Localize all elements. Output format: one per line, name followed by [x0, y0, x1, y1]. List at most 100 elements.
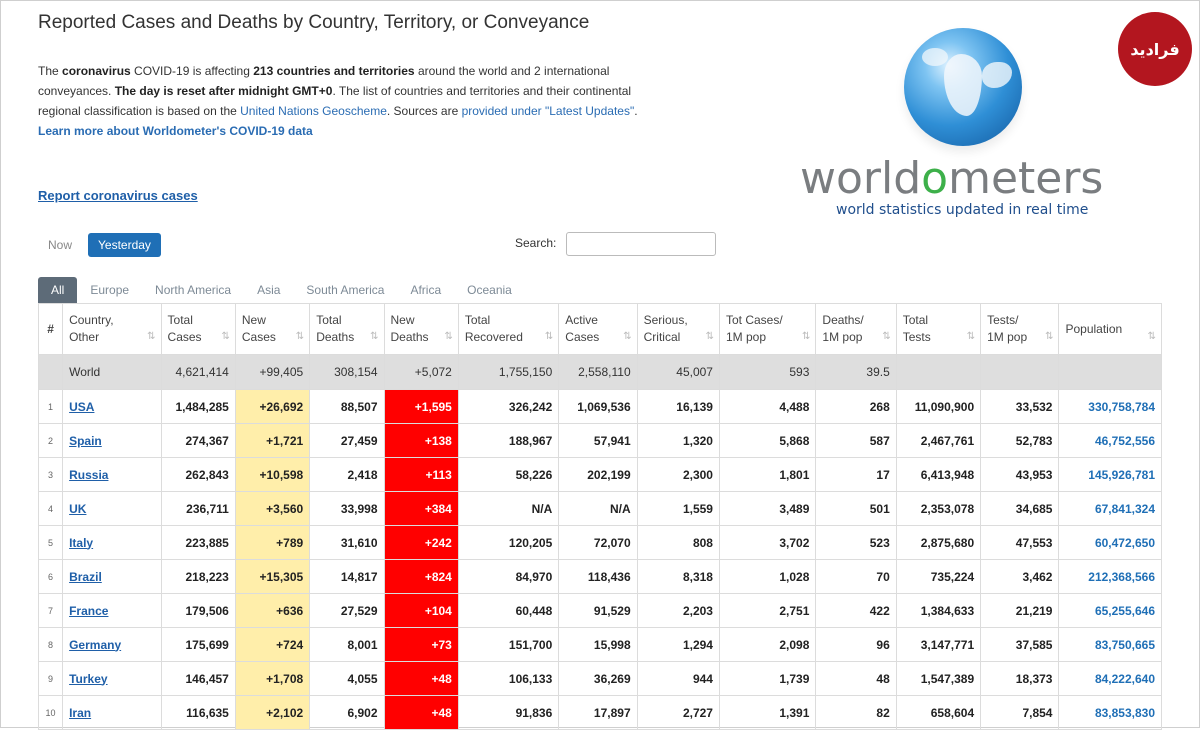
sort-arrows-icon[interactable]: ⇅ [706, 328, 714, 345]
sort-arrows-icon[interactable]: ⇅ [370, 328, 378, 345]
tab-asia[interactable]: Asia [244, 277, 293, 303]
table-cell[interactable]: 60,472,650 [1058, 525, 1162, 560]
table-row: 7 France 179,506 +636 27,529 +104 60,448 91,529… [37, 593, 1162, 628]
header-label: # [47, 321, 54, 336]
country-link[interactable]: UK [69, 502, 86, 516]
country-link[interactable]: Iran [69, 706, 91, 720]
table-cell: 1,547,389 [895, 661, 982, 696]
table-cell: +824 [383, 559, 459, 594]
yesterday-toggle[interactable]: Yesterday [88, 233, 161, 257]
table-cell: 31,610 [309, 525, 385, 560]
table-cell: 4 [37, 491, 64, 526]
column-header[interactable]: New Deaths ⇅ [383, 303, 459, 355]
column-header[interactable]: New Cases ⇅ [234, 303, 311, 355]
table-cell: 48 [815, 661, 897, 696]
country-link[interactable]: Italy [69, 536, 93, 550]
table-cell: 10 [37, 695, 64, 730]
table-cell: 1,384,633 [895, 593, 982, 628]
country-link[interactable]: Germany [69, 638, 121, 652]
sort-arrows-icon[interactable]: ⇅ [802, 328, 810, 345]
country-link[interactable]: USA [69, 400, 94, 414]
column-header[interactable]: Total Deaths ⇅ [309, 303, 385, 355]
column-header[interactable]: Tot Cases/1M pop ⇅ [718, 303, 817, 355]
tab-all[interactable]: All [38, 277, 78, 303]
table-cell: 188,967 [457, 423, 560, 458]
table-cell[interactable]: 83,750,665 [1058, 627, 1162, 662]
table-cell[interactable]: 65,255,646 [1058, 593, 1162, 628]
table-cell: 36,269 [558, 661, 638, 696]
sort-arrows-icon[interactable]: ⇅ [967, 328, 975, 345]
table-cell: 2,098 [718, 627, 817, 662]
sort-arrows-icon[interactable]: ⇅ [1045, 328, 1053, 345]
country-link[interactable]: Brazil [69, 570, 102, 584]
latest-updates-link[interactable]: provided under "Latest Updates" [462, 104, 635, 118]
country-link[interactable]: Spain [69, 434, 102, 448]
table-cell: +2,102 [234, 695, 311, 730]
un-geoscheme-link[interactable]: United Nations Geoscheme [240, 104, 387, 118]
sort-arrows-icon[interactable]: ⇅ [221, 328, 229, 345]
report-cases-link[interactable]: Report coronavirus cases [38, 188, 198, 203]
column-header[interactable]: Country, Other ⇅ [62, 303, 162, 355]
table-cell: 4,621,414 [160, 354, 236, 390]
sort-arrows-icon[interactable]: ⇅ [882, 328, 890, 345]
worldometers-logo[interactable]: worldometers world statistics updated in… [796, 26, 1146, 226]
table-cell[interactable]: 83,853,830 [1058, 695, 1162, 730]
table-cell: Italy [62, 525, 162, 560]
sort-arrows-icon[interactable]: ⇅ [623, 328, 631, 345]
sort-arrows-icon[interactable]: ⇅ [545, 328, 553, 345]
table-cell[interactable]: 67,841,324 [1058, 491, 1162, 526]
header-label: Deaths [390, 330, 429, 344]
search-input[interactable] [566, 232, 716, 256]
country-link[interactable]: France [69, 604, 108, 618]
header-label: New [390, 313, 415, 327]
table-cell[interactable]: 145,926,781 [1058, 457, 1162, 492]
tab-north-america[interactable]: North America [142, 277, 244, 303]
column-header[interactable]: # [37, 303, 64, 355]
sort-arrows-icon[interactable]: ⇅ [147, 328, 155, 345]
tab-south-america[interactable]: South America [293, 277, 397, 303]
column-header[interactable]: Deaths/1M pop ⇅ [815, 303, 897, 355]
table-cell: 8,001 [309, 627, 385, 662]
column-header[interactable]: Tests/1M pop ⇅ [980, 303, 1060, 355]
tab-europe[interactable]: Europe [77, 277, 142, 303]
table-cell[interactable]: 46,752,556 [1058, 423, 1162, 458]
column-header[interactable]: Total Cases ⇅ [160, 303, 236, 355]
table-cell: 1,028 [718, 559, 817, 594]
header-label: New [241, 313, 266, 327]
sort-arrows-icon[interactable]: ⇅ [296, 328, 304, 345]
table-cell: 17 [815, 457, 897, 492]
column-header[interactable]: Total Tests ⇅ [895, 303, 982, 355]
header-label: 1M pop [822, 330, 863, 344]
table-cell: 587 [815, 423, 897, 458]
tab-oceania[interactable]: Oceania [454, 277, 525, 303]
column-header[interactable]: Total Recovered ⇅ [457, 303, 560, 355]
column-header[interactable]: Serious, Critical ⇅ [636, 303, 720, 355]
table-row: 1 USA 1,484,285 +26,692 88,507 +1,595 326,242 1… [37, 389, 1162, 424]
learn-more-link[interactable]: Learn more about Worldometer's COVID-19 … [38, 124, 313, 138]
sort-arrows-icon[interactable]: ⇅ [444, 328, 452, 345]
table-cell: 16,139 [636, 389, 720, 424]
country-link[interactable]: Russia [69, 468, 108, 482]
table-cell: 3,702 [718, 525, 817, 560]
header-label: Country, [69, 313, 114, 327]
intro-paragraph: The coronavirus COVID-19 is affecting 21… [38, 61, 648, 141]
column-header[interactable]: Active Cases ⇅ [558, 303, 638, 355]
table-row: 6 Brazil 218,223 +15,305 14,817 +824 84,970 118… [37, 559, 1162, 594]
table-cell[interactable]: 212,368,566 [1058, 559, 1162, 594]
table-cell: 3,462 [980, 559, 1060, 594]
sort-arrows-icon[interactable]: ⇅ [1148, 328, 1156, 345]
header-label: Cases [565, 330, 600, 344]
header-label: Recovered [464, 330, 523, 344]
table-row: 9 Turkey 146,457 +1,708 4,055 +48 106,133 36,26… [37, 661, 1162, 696]
tab-africa[interactable]: Africa [397, 277, 454, 303]
table-cell: 27,459 [309, 423, 385, 458]
table-cell[interactable]: 330,758,784 [1058, 389, 1162, 424]
table-cell: 14,817 [309, 559, 385, 594]
column-header[interactable]: Population ⇅ [1058, 303, 1162, 355]
table-cell[interactable]: 84,222,640 [1058, 661, 1162, 696]
now-toggle[interactable]: Now [38, 233, 82, 257]
table-cell: 3,147,771 [895, 627, 982, 662]
table-cell: 58,226 [457, 457, 560, 492]
header-label: Total [316, 313, 342, 327]
country-link[interactable]: Turkey [69, 672, 107, 686]
